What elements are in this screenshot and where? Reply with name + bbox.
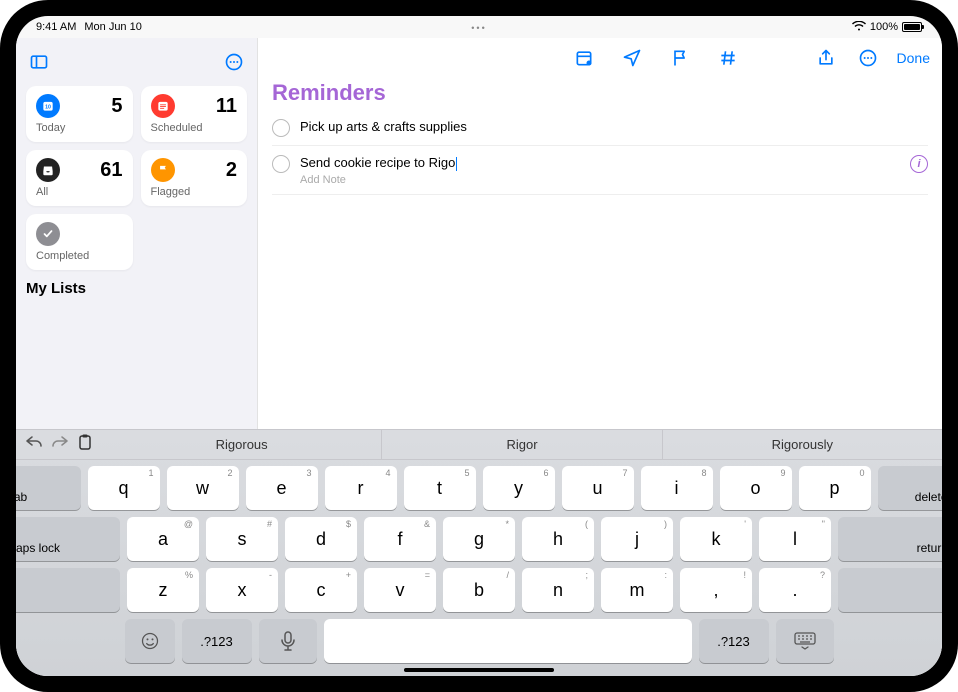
smart-list-today[interactable]: 10 5 Today — [26, 86, 133, 142]
return-key[interactable]: return — [838, 517, 942, 561]
tray-icon — [36, 158, 60, 182]
list-title: Reminders — [258, 74, 942, 110]
onscreen-keyboard: RigorousRigorRigorously tab1q2w3e4r5t6y7… — [16, 429, 942, 676]
key-q[interactable]: 1q — [88, 466, 160, 510]
key-g[interactable]: *g — [443, 517, 515, 561]
share-icon[interactable] — [813, 45, 839, 71]
clipboard-icon[interactable] — [78, 434, 92, 455]
svg-text:10: 10 — [45, 104, 51, 110]
key-z[interactable]: %z — [127, 568, 199, 612]
sidebar-toggle-icon[interactable] — [26, 49, 52, 75]
smart-list-label: Today — [36, 122, 123, 134]
done-button[interactable]: Done — [897, 50, 930, 66]
numbers-key-right[interactable]: .?123 — [699, 619, 769, 663]
key-b[interactable]: /b — [443, 568, 515, 612]
my-lists-header: My Lists — [26, 280, 247, 297]
main-more-icon[interactable] — [855, 45, 881, 71]
status-bar: 9:41 AM Mon Jun 10 ••• 100% — [16, 16, 942, 38]
smart-list-scheduled[interactable]: 11 Scheduled — [141, 86, 248, 142]
key-h[interactable]: (h — [522, 517, 594, 561]
key-.[interactable]: ?. — [759, 568, 831, 612]
key-k[interactable]: 'k — [680, 517, 752, 561]
keyboard-suggestion[interactable]: Rigorous — [102, 430, 381, 460]
key-f[interactable]: &f — [364, 517, 436, 561]
flag-icon[interactable] — [667, 45, 693, 71]
add-note-placeholder[interactable]: Add Note — [300, 174, 900, 186]
key-d[interactable]: $d — [285, 517, 357, 561]
key-o[interactable]: 9o — [720, 466, 792, 510]
key-l[interactable]: "l — [759, 517, 831, 561]
hashtag-icon[interactable] — [715, 45, 741, 71]
hide-keyboard-key[interactable] — [776, 619, 834, 663]
battery-icon — [902, 22, 922, 32]
key-x[interactable]: -x — [206, 568, 278, 612]
key-c[interactable]: +c — [285, 568, 357, 612]
smart-list-flagged[interactable]: 2 Flagged — [141, 150, 248, 206]
complete-toggle[interactable] — [272, 119, 290, 137]
location-icon[interactable] — [619, 45, 645, 71]
smart-list-label: All — [36, 186, 123, 198]
keyboard-suggestion[interactable]: Rigor — [381, 430, 661, 460]
reminder-row[interactable]: Pick up arts & crafts supplies — [272, 110, 928, 146]
undo-icon[interactable] — [26, 435, 42, 454]
key-a[interactable]: @a — [127, 517, 199, 561]
emoji-key[interactable] — [125, 619, 175, 663]
battery-pct: 100% — [870, 21, 898, 33]
smart-list-count: 61 — [100, 159, 122, 182]
smart-list-count: 11 — [216, 95, 237, 118]
smart-list-count: 2 — [226, 159, 237, 182]
calendar-icon: 10 — [36, 94, 60, 118]
space-key[interactable] — [324, 619, 692, 663]
flag-icon — [151, 158, 175, 182]
wifi-icon — [852, 21, 866, 34]
shift-key[interactable]: shift — [16, 568, 120, 612]
status-time: 9:41 AM — [36, 21, 76, 33]
key-s[interactable]: #s — [206, 517, 278, 561]
key-n[interactable]: ;n — [522, 568, 594, 612]
key-,[interactable]: !, — [680, 568, 752, 612]
calendar-pick-icon[interactable] — [571, 45, 597, 71]
smart-list-label: Scheduled — [151, 122, 238, 134]
key-t[interactable]: 5t — [404, 466, 476, 510]
reminder-title[interactable]: Pick up arts & crafts supplies — [300, 119, 467, 134]
key-m[interactable]: :m — [601, 568, 673, 612]
caps-lock-key[interactable]: caps lock — [16, 517, 120, 561]
redo-icon[interactable] — [52, 435, 68, 454]
multitask-dots-icon[interactable]: ••• — [471, 23, 486, 33]
key-i[interactable]: 8i — [641, 466, 713, 510]
delete-key[interactable]: delete — [878, 466, 943, 510]
shift-key[interactable]: shift — [838, 568, 942, 612]
home-indicator[interactable] — [404, 668, 554, 672]
check-icon — [36, 222, 60, 246]
reminder-title[interactable]: Send cookie recipe to Rigo — [300, 155, 457, 170]
keyboard-suggestion[interactable]: Rigorously — [662, 430, 942, 460]
smart-list-count: 5 — [111, 95, 122, 118]
smart-list-all[interactable]: 61 All — [26, 150, 133, 206]
calendar-lines-icon — [151, 94, 175, 118]
smart-list-completed[interactable]: Completed — [26, 214, 133, 270]
status-date: Mon Jun 10 — [84, 21, 141, 33]
key-j[interactable]: )j — [601, 517, 673, 561]
key-p[interactable]: 0p — [799, 466, 871, 510]
reminder-row[interactable]: Send cookie recipe to Rigo Add Note i — [272, 146, 928, 195]
dictation-key[interactable] — [259, 619, 317, 663]
key-w[interactable]: 2w — [167, 466, 239, 510]
key-e[interactable]: 3e — [246, 466, 318, 510]
smart-list-label: Completed — [36, 250, 123, 262]
key-u[interactable]: 7u — [562, 466, 634, 510]
tab-key[interactable]: tab — [16, 466, 81, 510]
key-v[interactable]: =v — [364, 568, 436, 612]
smart-list-label: Flagged — [151, 186, 238, 198]
complete-toggle[interactable] — [272, 155, 290, 173]
key-y[interactable]: 6y — [483, 466, 555, 510]
sidebar-more-icon[interactable] — [221, 49, 247, 75]
key-r[interactable]: 4r — [325, 466, 397, 510]
info-icon[interactable]: i — [910, 155, 928, 173]
numbers-key-left[interactable]: .?123 — [182, 619, 252, 663]
